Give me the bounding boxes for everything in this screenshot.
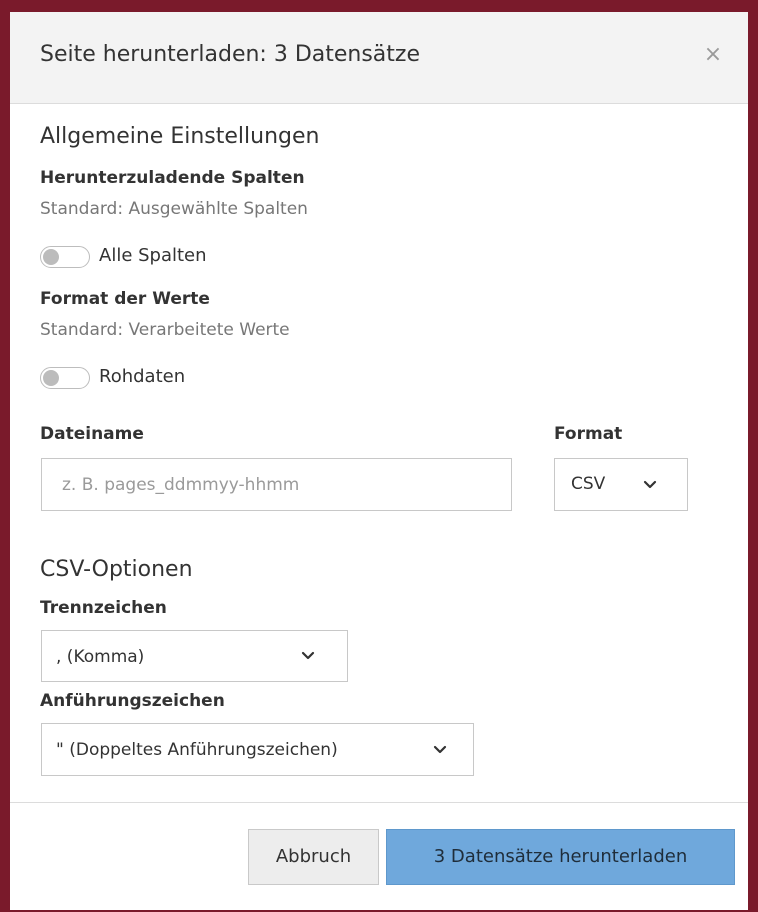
footer-divider: [10, 802, 748, 803]
format-label: Format: [554, 424, 623, 444]
chevron-down-icon: [301, 650, 315, 662]
all-columns-toggle[interactable]: [40, 246, 90, 268]
general-settings-heading: Allgemeine Einstellungen: [40, 124, 320, 149]
all-columns-toggle-label: Alle Spalten: [99, 245, 207, 266]
quote-label: Anführungszeichen: [40, 691, 225, 711]
columns-help-text: Standard: Ausgewählte Spalten: [40, 199, 308, 219]
values-format-label: Format der Werte: [40, 289, 210, 309]
toggle-knob: [43, 370, 59, 386]
filename-label: Dateiname: [40, 424, 144, 444]
csv-options-heading: CSV-Optionen: [40, 557, 193, 582]
filename-input[interactable]: [41, 458, 512, 511]
download-button[interactable]: 3 Datensätze herunterladen: [386, 829, 735, 885]
raw-data-toggle[interactable]: [40, 367, 90, 389]
raw-data-toggle-label: Rohdaten: [99, 366, 186, 387]
format-select[interactable]: CSV: [554, 458, 688, 511]
chevron-down-icon: [433, 744, 447, 756]
quote-select-value: " (Doppeltes Anführungszeichen): [56, 740, 338, 760]
delimiter-select-value: , (Komma): [56, 647, 145, 667]
download-dialog: Seite herunterladen: 3 Datensätze × Allg…: [10, 12, 748, 910]
values-format-help-text: Standard: Verarbeitete Werte: [40, 320, 290, 340]
quote-select[interactable]: " (Doppeltes Anführungszeichen): [41, 723, 474, 776]
close-icon[interactable]: ×: [700, 40, 726, 70]
dialog-title: Seite herunterladen: 3 Datensätze: [40, 42, 420, 67]
cancel-button[interactable]: Abbruch: [248, 829, 379, 885]
dialog-header: Seite herunterladen: 3 Datensätze ×: [10, 12, 748, 104]
chevron-down-icon: [643, 479, 657, 491]
columns-label: Herunterzuladende Spalten: [40, 168, 305, 188]
delimiter-select[interactable]: , (Komma): [41, 630, 348, 682]
format-select-value: CSV: [571, 474, 606, 494]
delimiter-label: Trennzeichen: [40, 598, 167, 618]
toggle-knob: [43, 249, 59, 265]
